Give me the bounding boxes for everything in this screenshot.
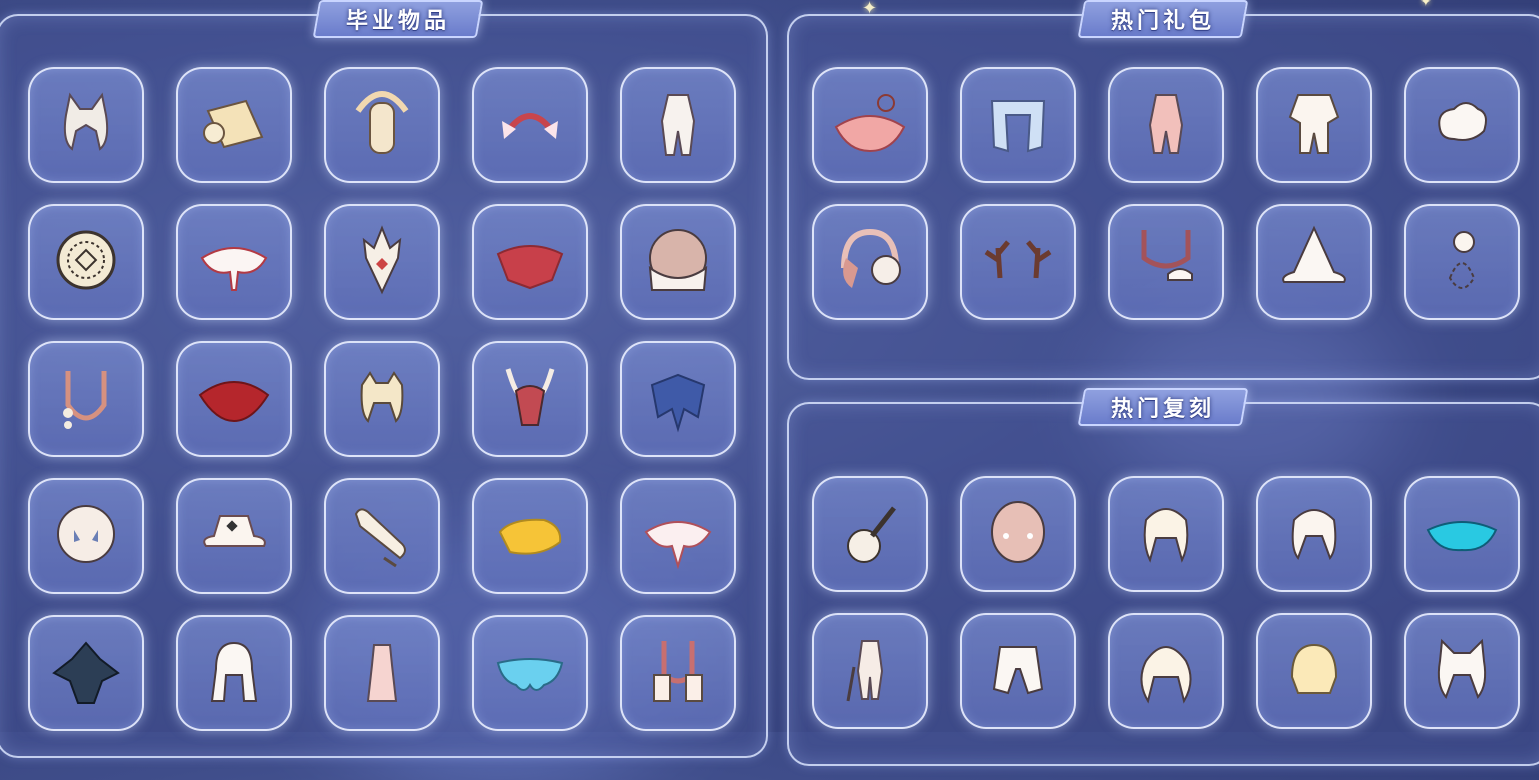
graduation-item-slot[interactable] — [176, 615, 292, 731]
white-hat-icon — [192, 492, 276, 580]
cyan-cape-icon — [1420, 490, 1504, 578]
hot-pack-item-slot[interactable] — [1404, 204, 1520, 320]
white-outfit-icon — [636, 81, 720, 169]
graduation-item-slot[interactable] — [176, 478, 292, 594]
scroll-drum-icon — [192, 81, 276, 169]
graduation-item-slot[interactable] — [620, 615, 736, 731]
hot-pack-item-slot[interactable] — [812, 204, 928, 320]
red-feather-cape-icon — [488, 218, 572, 306]
hot-rerun-item-slot[interactable] — [960, 613, 1076, 729]
panel-title-banner: 热门复刻 — [1077, 388, 1249, 426]
hood-mask-icon — [636, 218, 720, 306]
graduation-item-slot[interactable] — [620, 204, 736, 320]
round-medallion-icon — [44, 218, 128, 306]
graduation-item-slot[interactable] — [28, 67, 144, 183]
white-kimono-icon — [1272, 81, 1356, 169]
pink-cape-necklace-icon — [828, 81, 912, 169]
hot-rerun-item-slot[interactable] — [1108, 476, 1224, 592]
graduation-item-slot[interactable] — [28, 478, 144, 594]
graduation-item-slot[interactable] — [28, 204, 144, 320]
cat-ear-hair-icon — [1420, 627, 1504, 715]
blonde-hair-icon — [340, 355, 424, 443]
hot-rerun-item-slot[interactable] — [812, 613, 928, 729]
panel-title: 热门复刻 — [1111, 397, 1216, 422]
hot-pack-item-slot[interactable] — [960, 204, 1076, 320]
graduation-item-slot[interactable] — [324, 478, 440, 594]
yellow-cape-icon — [488, 492, 572, 580]
hot-rerun-item-slot[interactable] — [1108, 613, 1224, 729]
hot-pack-item-slot[interactable] — [1256, 67, 1372, 183]
white-cape-icon — [192, 218, 276, 306]
graduation-item-slot[interactable] — [472, 341, 588, 457]
outfit-with-cane-icon — [828, 627, 912, 715]
pink-shawl-icon — [636, 629, 720, 717]
feather-mask-icon — [340, 218, 424, 306]
sparkle-icon: ✦ — [1420, 0, 1432, 10]
winged-headband-icon — [488, 81, 572, 169]
graduation-item-slot[interactable] — [472, 615, 588, 731]
red-horned-mask-icon — [488, 355, 572, 443]
hot-rerun-item-slot[interactable] — [960, 476, 1076, 592]
horn-instrument-icon — [340, 492, 424, 580]
blue-scarf-icon — [976, 81, 1060, 169]
white-hood-icon — [192, 629, 276, 717]
panel-title-banner: 毕业物品 — [312, 0, 484, 38]
guitar-icon — [828, 490, 912, 578]
hot-rerun-item-slot[interactable] — [812, 476, 928, 592]
twin-tail-hair-icon — [1124, 490, 1208, 578]
graduation-item-slot[interactable] — [472, 204, 588, 320]
hot-rerun-item-slot[interactable] — [1256, 476, 1372, 592]
panel-title-banner: 热门礼包 — [1077, 0, 1249, 38]
curly-hair-icon — [1124, 627, 1208, 715]
white-pants-icon — [976, 627, 1060, 715]
graduation-item-slot[interactable] — [324, 204, 440, 320]
graduation-item-slot[interactable] — [176, 341, 292, 457]
graduation-item-slot[interactable] — [472, 478, 588, 594]
witch-hat-icon — [1272, 218, 1356, 306]
hair-cat-ears-icon — [44, 81, 128, 169]
panel-title: 热门礼包 — [1111, 9, 1216, 34]
blue-butterfly-cape-icon — [488, 629, 572, 717]
panel-title: 毕业物品 — [346, 9, 451, 34]
graduation-item-slot[interactable] — [28, 341, 144, 457]
graduation-item-slot[interactable] — [176, 204, 292, 320]
flower-cape-icon — [636, 492, 720, 580]
hot-rerun-item-slot[interactable] — [1256, 613, 1372, 729]
red-cape-icon — [192, 355, 276, 443]
cat-balloon-icon — [1420, 218, 1504, 306]
hot-pack-item-slot[interactable] — [1404, 67, 1520, 183]
blue-cape-icon — [636, 355, 720, 443]
cloud-prop-icon — [1420, 81, 1504, 169]
hot-pack-item-slot[interactable] — [812, 67, 928, 183]
owl-mask-icon — [44, 492, 128, 580]
graduation-item-slot[interactable] — [620, 478, 736, 594]
necklace-jellyfish-icon — [1124, 218, 1208, 306]
graduation-item-slot[interactable] — [324, 615, 440, 731]
graduation-item-slot[interactable] — [324, 67, 440, 183]
hot-rerun-item-slot[interactable] — [1404, 476, 1520, 592]
graduation-item-slot[interactable] — [620, 341, 736, 457]
bead-necklace-icon — [44, 355, 128, 443]
antlers-icon — [976, 218, 1060, 306]
hot-pack-item-slot[interactable] — [1108, 67, 1224, 183]
graduation-item-slot[interactable] — [620, 67, 736, 183]
hot-pack-item-slot[interactable] — [960, 67, 1076, 183]
pink-outfit-icon — [1124, 81, 1208, 169]
ponytail-hair-icon — [1272, 490, 1356, 578]
graduation-item-slot[interactable] — [28, 615, 144, 731]
graduation-item-slot[interactable] — [176, 67, 292, 183]
graduation-item-slot[interactable] — [472, 67, 588, 183]
crescent-mask-icon — [340, 81, 424, 169]
headphones-icon — [828, 218, 912, 306]
hot-rerun-item-slot[interactable] — [1404, 613, 1520, 729]
short-hair-icon — [1272, 627, 1356, 715]
graduation-item-slot[interactable] — [324, 341, 440, 457]
pink-dress-icon — [340, 629, 424, 717]
hot-pack-item-slot[interactable] — [1108, 204, 1224, 320]
hot-pack-item-slot[interactable] — [1256, 204, 1372, 320]
blush-mask-icon — [976, 490, 1060, 578]
dark-armor-cape-icon — [44, 629, 128, 717]
